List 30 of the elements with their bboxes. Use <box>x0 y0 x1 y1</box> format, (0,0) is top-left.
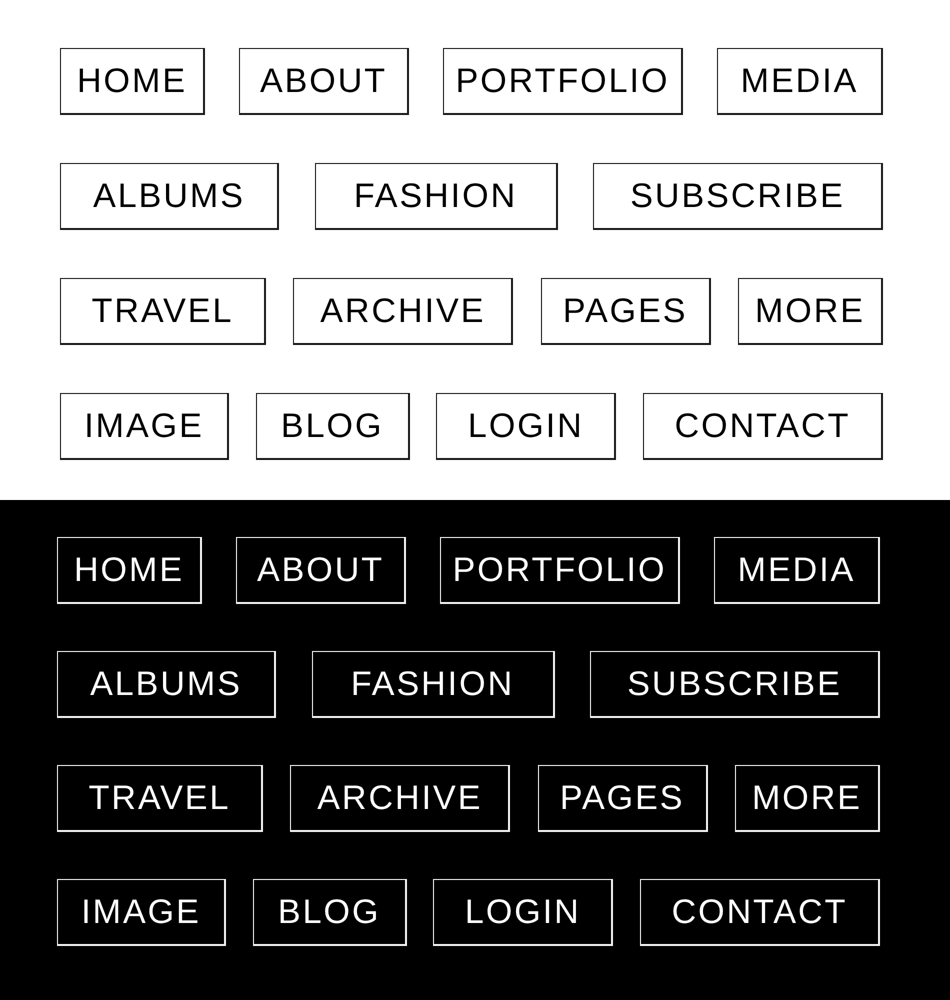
menu-button[interactable]: ARCHIVE <box>290 765 510 832</box>
menu-button[interactable]: TRAVEL <box>57 765 263 832</box>
menu-button[interactable]: ABOUT <box>236 537 406 604</box>
menu-button[interactable]: IMAGE <box>60 393 229 460</box>
menu-button[interactable]: MORE <box>738 278 883 345</box>
menu-button[interactable]: ALBUMS <box>57 651 276 718</box>
menu-button[interactable]: HOME <box>57 537 202 604</box>
menu-button[interactable]: PORTFOLIO <box>440 537 680 604</box>
menu-button[interactable]: LOGIN <box>433 879 614 946</box>
menu-button[interactable]: FASHION <box>314 163 558 230</box>
menu-button[interactable]: FASHION <box>312 651 554 718</box>
menu-button[interactable]: IMAGE <box>57 879 226 946</box>
menu-button[interactable]: HOME <box>60 48 205 115</box>
menu-button[interactable]: BLOG <box>256 393 410 460</box>
menu-button[interactable]: CONTACT <box>640 879 880 946</box>
menu-button[interactable]: ABOUT <box>239 48 409 115</box>
menu-button[interactable]: PAGES <box>538 765 708 832</box>
menu-button[interactable]: PORTFOLIO <box>443 48 683 115</box>
menu-button[interactable]: SUBSCRIBE <box>590 651 880 718</box>
menu-button[interactable]: CONTACT <box>642 393 883 460</box>
menu-button[interactable]: MEDIA <box>717 48 883 115</box>
menu-button[interactable]: BLOG <box>252 879 407 946</box>
menu-button[interactable]: LOGIN <box>436 393 616 460</box>
menu-button[interactable]: SUBSCRIBE <box>593 163 883 230</box>
menu-button[interactable]: TRAVEL <box>60 278 266 345</box>
menu-button[interactable]: MORE <box>734 765 880 832</box>
menu-button[interactable]: ARCHIVE <box>293 278 514 345</box>
menu-button[interactable]: ALBUMS <box>60 163 279 230</box>
menu-button[interactable]: PAGES <box>540 278 711 345</box>
menu-button[interactable]: MEDIA <box>714 537 880 604</box>
